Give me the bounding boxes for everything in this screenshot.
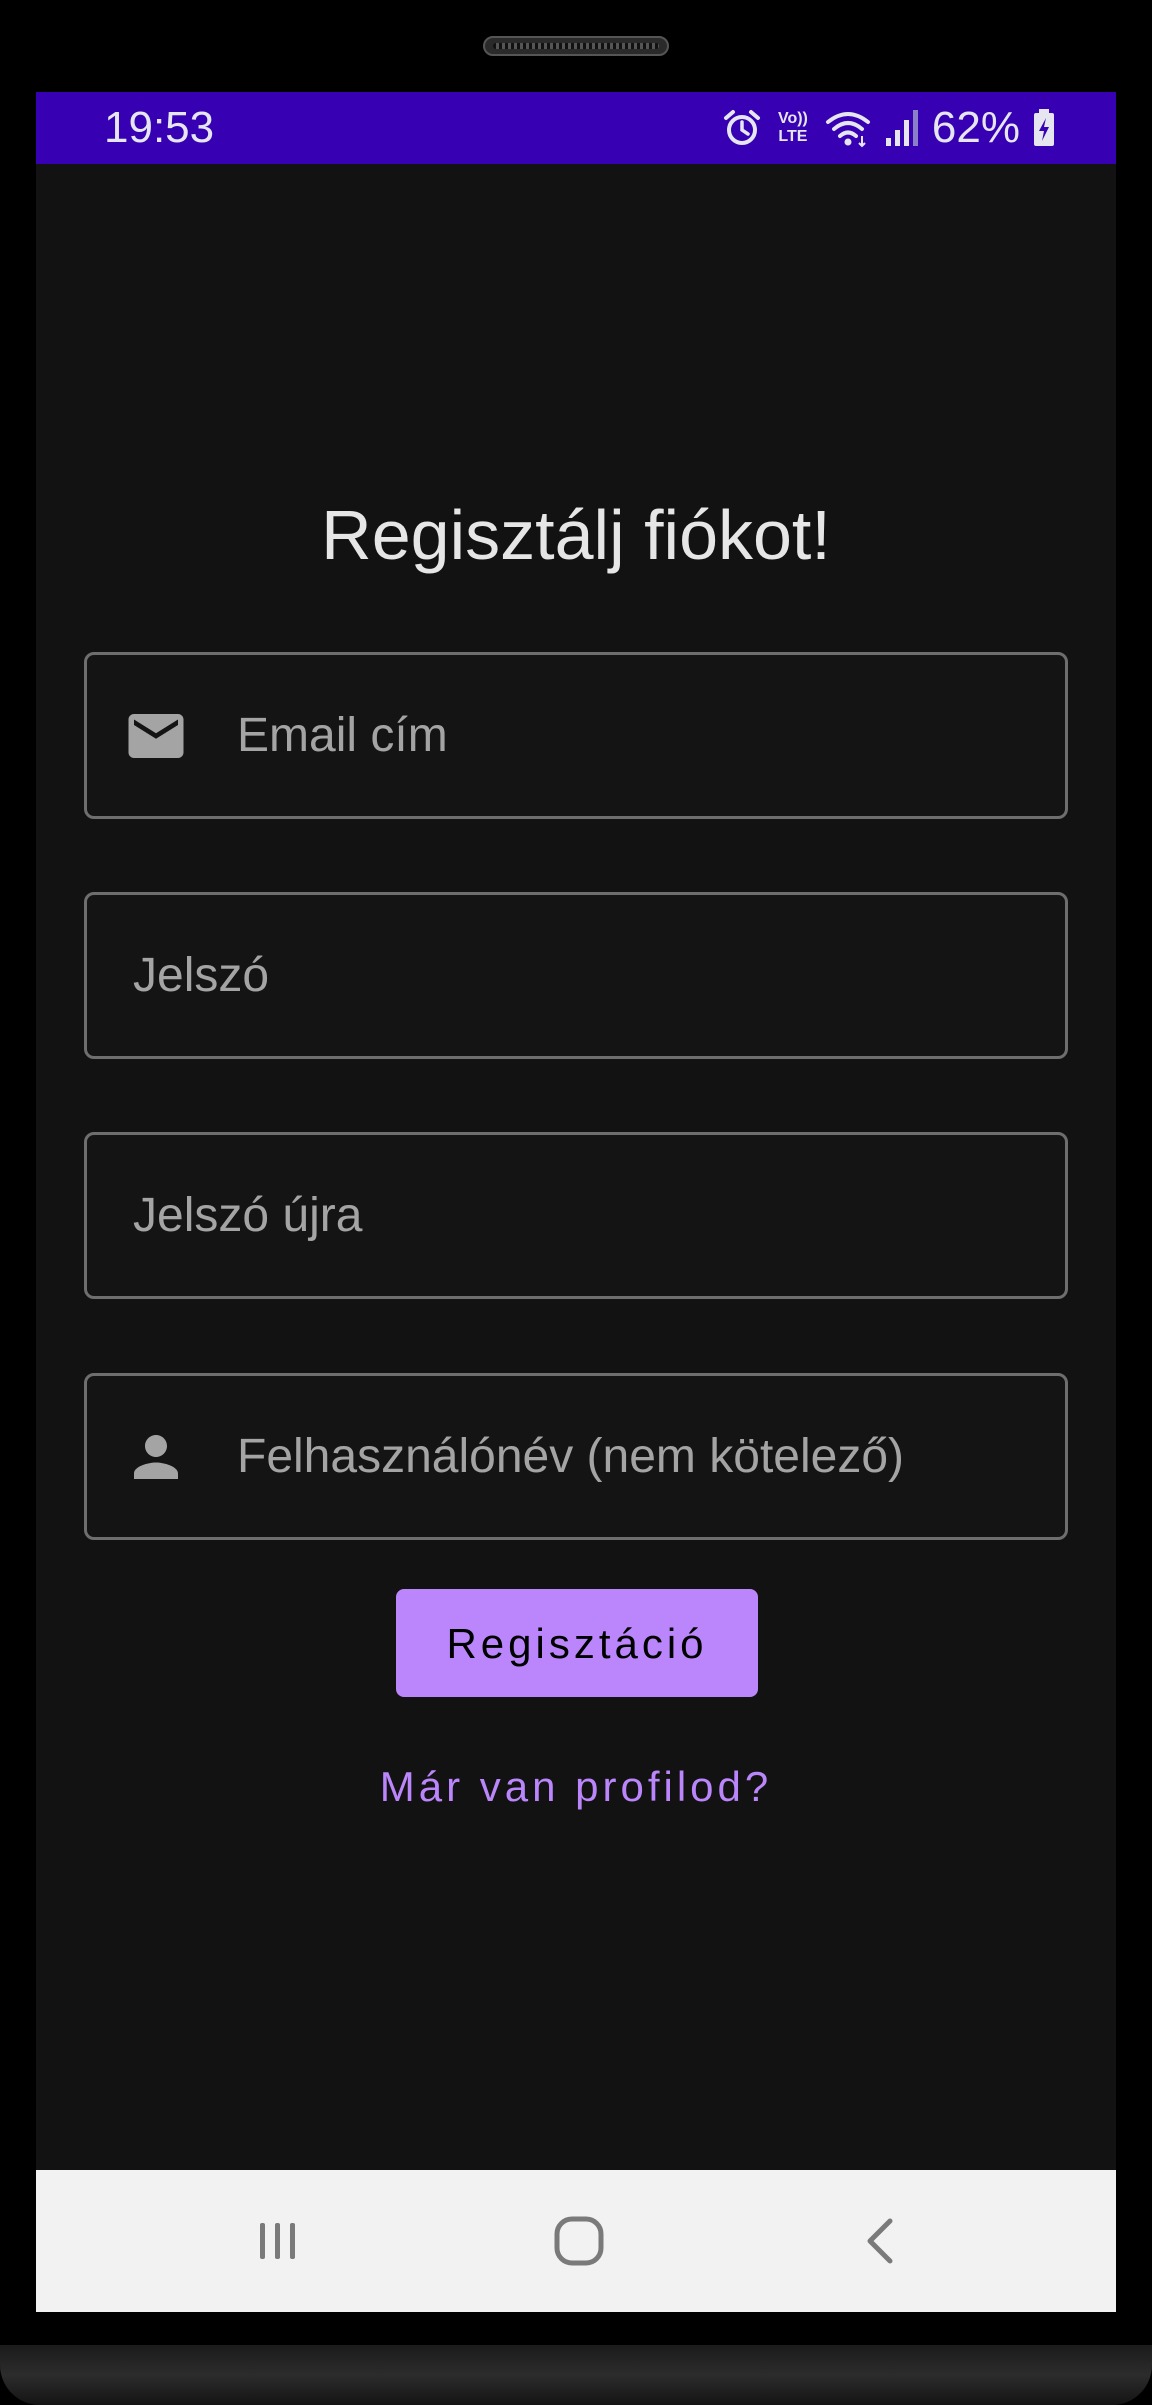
- signal-icon: [884, 108, 920, 148]
- username-field[interactable]: Felhasználónév (nem kötelező): [84, 1373, 1068, 1540]
- battery-charging-icon: [1032, 108, 1056, 148]
- app-screen: 19:53 Vo)) LTE 62% Regisztálj fiókot! Em…: [36, 92, 1116, 2312]
- password-field[interactable]: Jelszó: [84, 892, 1068, 1059]
- lte-label: LTE: [778, 128, 808, 145]
- phone-bottom-bezel: [0, 2345, 1152, 2405]
- earpiece-speaker: [483, 36, 669, 56]
- register-button[interactable]: Regisztáció: [396, 1589, 758, 1697]
- back-icon[interactable]: [842, 2201, 922, 2281]
- page-title: Regisztálj fiókot!: [321, 496, 831, 574]
- home-icon[interactable]: [539, 2201, 619, 2281]
- wifi-icon: [824, 108, 872, 148]
- password-placeholder: Jelszó: [133, 948, 270, 1002]
- navigation-bar: [36, 2170, 1116, 2312]
- email-placeholder: Email cím: [237, 708, 448, 762]
- recents-icon[interactable]: [238, 2201, 318, 2281]
- status-icons: Vo)) LTE 62%: [722, 102, 1056, 154]
- password-again-placeholder: Jelszó újra: [133, 1188, 363, 1242]
- volte-icon: Vo)) LTE: [774, 110, 812, 146]
- username-placeholder: Felhasználónév (nem kötelező): [237, 1429, 905, 1483]
- speaker-grille: [493, 43, 659, 49]
- phone-device: 19:53 Vo)) LTE 62% Regisztálj fiókot! Em…: [0, 0, 1152, 2405]
- status-bar: 19:53 Vo)) LTE 62%: [36, 92, 1116, 164]
- alarm-icon: [722, 108, 762, 148]
- volte-label: Vo)): [777, 110, 808, 127]
- battery-percent: 62%: [931, 103, 1020, 152]
- password-again-field[interactable]: Jelszó újra: [84, 1132, 1068, 1299]
- email-field[interactable]: Email cím: [84, 652, 1068, 819]
- status-time: 19:53: [104, 103, 215, 152]
- person-icon: [123, 1424, 189, 1490]
- email-icon: [123, 703, 189, 769]
- login-link[interactable]: Már van profilod?: [36, 1752, 1116, 1822]
